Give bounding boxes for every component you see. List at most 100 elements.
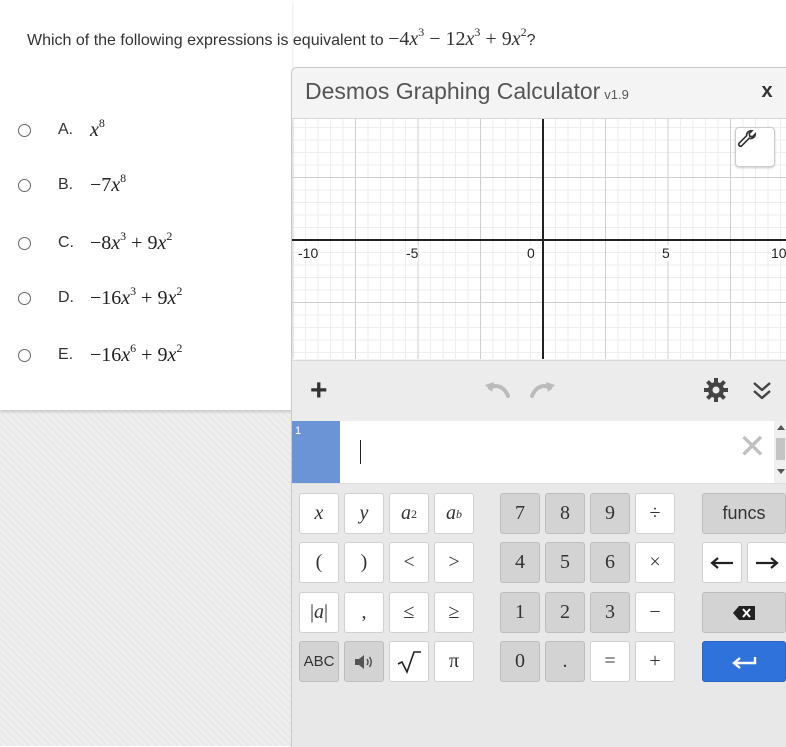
choice-d[interactable]: D. −16x3 + 9x2 <box>18 283 182 313</box>
question-text: Which of the following expressions is eq… <box>27 25 536 51</box>
choice-d-letter: D. <box>58 289 74 306</box>
question-expression: −4x3 − 12x3 + 9x2 <box>388 25 527 50</box>
key-minus[interactable]: − <box>635 592 675 633</box>
key-y[interactable]: y <box>344 493 384 534</box>
choice-b-letter: B. <box>58 176 74 193</box>
key-2[interactable]: 2 <box>545 592 585 633</box>
question-panel: Which of the following expressions is eq… <box>0 0 536 410</box>
key-7[interactable]: 7 <box>500 493 540 534</box>
left-arrow-icon <box>710 556 733 569</box>
math-keypad: x y a2 ab ( ) < > | a | , ≤ ≥ ABC π 7 8 9 … <box>292 484 786 747</box>
choice-e[interactable]: E. −16x6 + 9x2 <box>18 340 182 370</box>
expression-index[interactable]: 1 <box>292 421 340 483</box>
x-tick-label: 10 <box>771 245 786 261</box>
key-right-arrow[interactable] <box>747 542 786 583</box>
page-background <box>0 410 292 746</box>
x-tick-label: 5 <box>662 245 670 261</box>
question-prefix: Which of the following expressions is eq… <box>27 32 389 49</box>
key-greater-than[interactable]: > <box>434 542 474 583</box>
graph-settings-button[interactable] <box>735 127 775 167</box>
key-a-power-b[interactable]: ab <box>434 493 474 534</box>
redo-icon[interactable] <box>528 378 558 400</box>
key-divide[interactable]: ÷ <box>635 493 675 534</box>
x-tick-label: 0 <box>527 245 535 261</box>
key-8[interactable]: 8 <box>545 493 585 534</box>
key-1[interactable]: 1 <box>500 592 540 633</box>
choice-e-expression: −16x6 + 9x2 <box>90 340 183 366</box>
gear-icon[interactable] <box>703 377 729 403</box>
enter-button[interactable] <box>702 641 786 682</box>
graph-grid <box>292 119 786 359</box>
key-5[interactable]: 5 <box>545 542 585 583</box>
key-sqrt[interactable] <box>389 641 429 682</box>
key-left-arrow[interactable] <box>702 542 742 583</box>
choice-a-expression: x8 <box>90 115 105 141</box>
desmos-title-text: Desmos Graphing Calculator <box>305 78 601 104</box>
delete-expression-icon[interactable]: ✕ <box>738 430 767 464</box>
desmos-title: Desmos Graphing Calculator v1.9 <box>305 78 629 105</box>
choice-b-expression: −7x8 <box>90 170 127 196</box>
key-less-than[interactable]: < <box>389 542 429 583</box>
choice-d-radio[interactable] <box>18 291 31 305</box>
choice-c-radio[interactable] <box>18 236 31 250</box>
question-suffix: ? <box>526 32 536 49</box>
key-a-squared[interactable]: a2 <box>389 493 429 534</box>
choice-b[interactable]: B. −7x8 <box>18 170 126 200</box>
collapse-chevron-icon[interactable] <box>750 379 774 403</box>
key-absolute-value[interactable]: | a | <box>299 592 339 633</box>
key-close-paren[interactable]: ) <box>344 542 384 583</box>
expression-input[interactable] <box>340 421 770 483</box>
key-pi[interactable]: π <box>434 641 474 682</box>
close-button[interactable]: x <box>755 80 779 103</box>
key-3[interactable]: 3 <box>590 592 630 633</box>
choice-a-letter: A. <box>58 121 74 138</box>
funcs-button[interactable]: funcs <box>702 493 786 534</box>
key-equals[interactable]: = <box>590 641 630 682</box>
choice-c-expression: −8x3 + 9x2 <box>90 228 173 254</box>
choice-a-radio[interactable] <box>18 123 31 137</box>
desmos-calculator-window: Desmos Graphing Calculator v1.9 x -10 -5 … <box>291 67 786 747</box>
sqrt-icon <box>397 650 421 674</box>
key-multiply[interactable]: × <box>635 542 675 583</box>
choice-e-radio[interactable] <box>18 348 31 362</box>
enter-icon <box>732 656 757 669</box>
key-audio[interactable] <box>344 641 384 682</box>
add-item-button[interactable]: + <box>310 376 328 406</box>
x-tick-label: -10 <box>298 245 319 261</box>
undo-icon[interactable] <box>482 378 512 400</box>
key-open-paren[interactable]: ( <box>299 542 339 583</box>
speaker-icon <box>355 654 372 669</box>
right-arrow-icon <box>756 556 779 569</box>
key-decimal[interactable]: . <box>545 641 585 682</box>
x-tick-label: -5 <box>406 245 419 261</box>
choice-d-expression: −16x3 + 9x2 <box>90 283 183 309</box>
text-cursor <box>360 440 361 464</box>
key-x[interactable]: x <box>299 493 339 534</box>
choice-a[interactable]: A. x8 <box>18 115 105 145</box>
key-6[interactable]: 6 <box>590 542 630 583</box>
scroll-thumb[interactable] <box>776 438 785 460</box>
choice-b-radio[interactable] <box>18 178 31 192</box>
key-greater-equal[interactable]: ≥ <box>434 592 474 633</box>
key-less-equal[interactable]: ≤ <box>389 592 429 633</box>
choice-c[interactable]: C. −8x3 + 9x2 <box>18 228 172 258</box>
expression-index-number: 1 <box>295 425 302 437</box>
expression-row: 1 ✕ <box>292 421 786 484</box>
key-4[interactable]: 4 <box>500 542 540 583</box>
backspace-icon <box>733 605 755 620</box>
desmos-titlebar[interactable]: Desmos Graphing Calculator v1.9 x <box>292 68 786 119</box>
key-comma[interactable]: , <box>344 592 384 633</box>
key-abc[interactable]: ABC <box>299 641 339 682</box>
expression-toolbar: + <box>292 360 786 421</box>
key-9[interactable]: 9 <box>590 493 630 534</box>
key-backspace[interactable] <box>702 592 786 633</box>
scroll-up-icon[interactable] <box>777 425 785 430</box>
scroll-down-icon[interactable] <box>777 469 785 474</box>
choice-c-letter: C. <box>58 234 74 251</box>
wrench-icon <box>737 129 757 147</box>
desmos-version: v1.9 <box>604 87 629 102</box>
key-plus[interactable]: + <box>635 641 675 682</box>
expression-scrollbar[interactable] <box>774 421 786 483</box>
key-0[interactable]: 0 <box>500 641 540 682</box>
graph-paper[interactable]: -10 -5 0 5 10 <box>292 119 786 359</box>
